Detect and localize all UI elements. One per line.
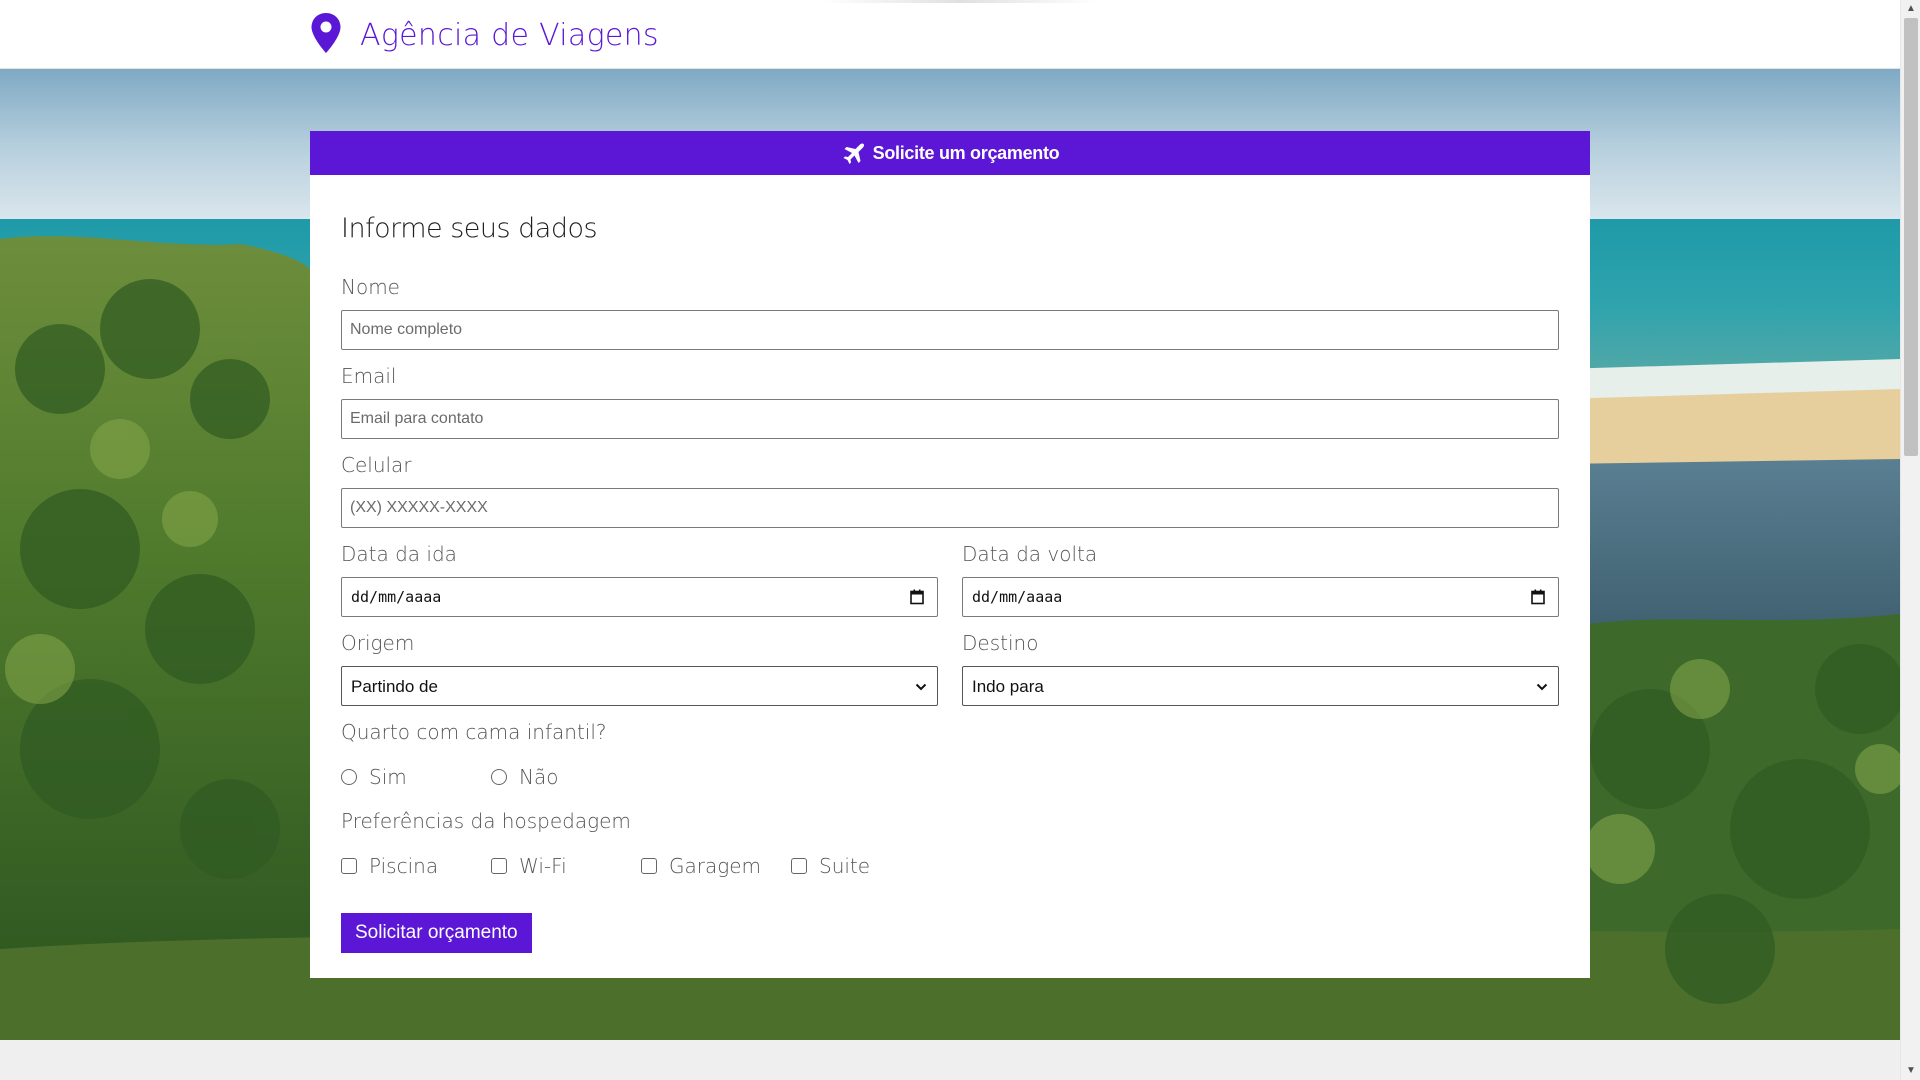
calendar-icon[interactable] — [1530, 589, 1546, 610]
label-data-ida: Data da ida — [341, 542, 457, 566]
email-input[interactable] — [341, 399, 1559, 439]
calendar-icon[interactable] — [909, 589, 925, 610]
radio-nao[interactable]: Não — [491, 765, 558, 789]
brand-logo[interactable]: Agência de Viagens — [310, 12, 659, 59]
checkbox[interactable] — [491, 858, 507, 874]
label-celular: Celular — [341, 453, 412, 477]
map-pin-icon — [310, 12, 342, 59]
checkbox-suite[interactable]: Suite — [791, 854, 870, 878]
destino-selected: Indo para — [972, 677, 1044, 696]
scroll-down-icon[interactable]: ▼ — [1901, 1062, 1920, 1080]
radio-button[interactable] — [341, 769, 357, 785]
label-preferencias: Preferências da hospedagem — [341, 809, 631, 833]
checkbox-label-piscina: Piscina — [369, 854, 439, 878]
site-header: Agência de Viagens — [0, 0, 1900, 69]
radio-label-nao: Não — [519, 765, 559, 789]
checkbox[interactable] — [641, 858, 657, 874]
destino-select[interactable]: Indo para — [962, 666, 1559, 706]
data-volta-input[interactable]: dd/mm/aaaa — [962, 577, 1559, 617]
radio-button[interactable] — [491, 769, 507, 785]
origem-selected: Partindo de — [351, 677, 438, 696]
card-title: Solicite um orçamento — [872, 142, 1060, 163]
checkbox-label-suite: Suite — [819, 854, 871, 878]
nome-input[interactable] — [341, 310, 1559, 350]
label-destino: Destino — [962, 631, 1039, 655]
checkbox-label-garagem: Garagem — [669, 854, 762, 878]
plane-icon — [841, 142, 865, 164]
celular-input[interactable] — [341, 488, 1559, 528]
label-data-volta: Data da volta — [962, 542, 1098, 566]
checkbox-garagem[interactable]: Garagem — [641, 854, 761, 878]
checkbox-label-wifi: Wi-Fi — [519, 854, 567, 878]
label-email: Email — [341, 364, 397, 388]
radio-sim[interactable]: Sim — [341, 765, 407, 789]
page-footer — [0, 1040, 1900, 1080]
quote-form-card: Solicite um orçamento Informe seus dados… — [310, 131, 1590, 978]
scroll-thumb[interactable] — [1904, 18, 1918, 456]
origem-select[interactable]: Partindo de — [341, 666, 938, 706]
label-origem: Origem — [341, 631, 415, 655]
brand-name: Agência de Viagens — [360, 18, 659, 53]
card-header: Solicite um orçamento — [310, 131, 1590, 175]
chevron-down-icon — [1536, 680, 1548, 698]
form-heading: Informe seus dados — [341, 213, 598, 244]
radio-label-sim: Sim — [369, 765, 407, 789]
data-volta-value: dd/mm/aaaa — [972, 588, 1063, 606]
checkbox-piscina[interactable]: Piscina — [341, 854, 438, 878]
label-quarto: Quarto com cama infantil? — [341, 720, 607, 744]
label-nome: Nome — [341, 275, 400, 299]
data-ida-input[interactable]: dd/mm/aaaa — [341, 577, 938, 617]
scroll-up-icon[interactable]: ▲ — [1901, 0, 1920, 18]
chevron-down-icon — [915, 680, 927, 698]
data-ida-value: dd/mm/aaaa — [351, 588, 442, 606]
header-shadow — [820, 0, 1100, 3]
checkbox[interactable] — [341, 858, 357, 874]
checkbox[interactable] — [791, 858, 807, 874]
page-scrollbar[interactable]: ▲ ▼ — [1900, 0, 1920, 1080]
submit-quote-button[interactable]: Solicitar orçamento — [341, 913, 532, 953]
checkbox-wifi[interactable]: Wi-Fi — [491, 854, 567, 878]
